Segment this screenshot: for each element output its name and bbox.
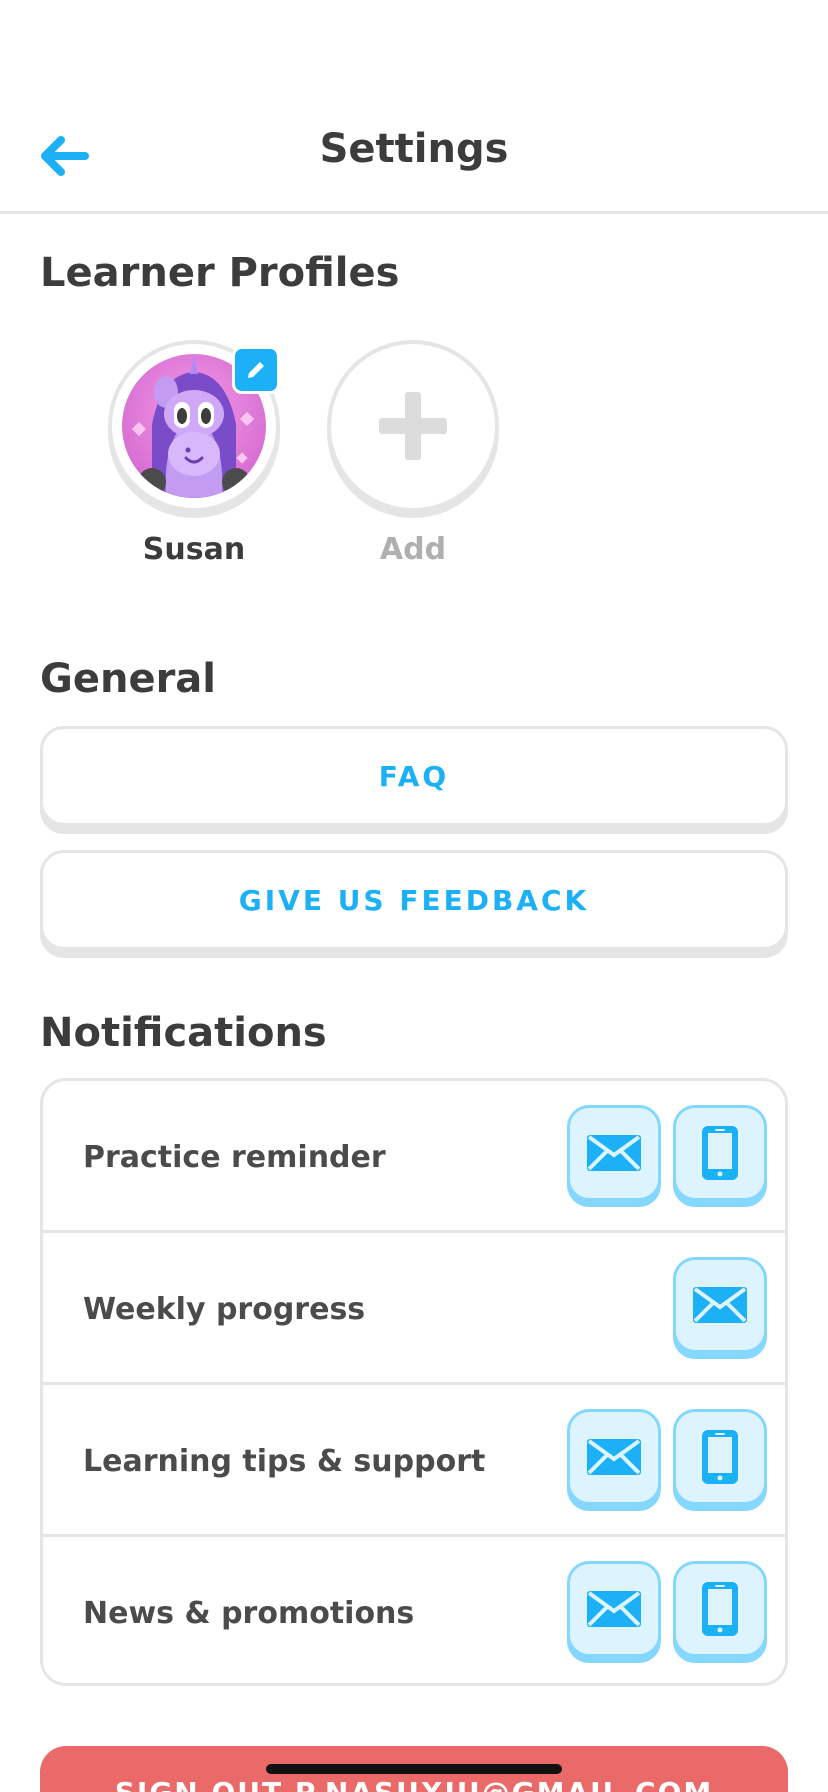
email-toggle[interactable] — [673, 1257, 767, 1353]
plus-icon — [379, 392, 447, 460]
notif-row-weekly-progress: Weekly progress — [43, 1233, 785, 1385]
edit-profile-button[interactable] — [232, 346, 280, 394]
notif-label: News & promotions — [83, 1595, 415, 1631]
phone-icon — [702, 1582, 738, 1636]
pencil-icon — [248, 362, 264, 378]
notif-label: Weekly progress — [83, 1291, 366, 1327]
email-toggle[interactable] — [567, 1409, 661, 1505]
envelope-icon — [587, 1439, 641, 1475]
add-profile-label: Add — [379, 532, 447, 567]
push-toggle[interactable] — [673, 1409, 767, 1505]
email-toggle[interactable] — [567, 1561, 661, 1657]
avatar[interactable] — [108, 340, 280, 512]
phone-icon — [702, 1126, 738, 1180]
notif-row-practice-reminder: Practice reminder — [43, 1081, 785, 1233]
notif-label: Learning tips & support — [83, 1443, 486, 1479]
add-profile[interactable]: Add — [327, 340, 499, 567]
add-profile-button[interactable] — [327, 340, 499, 512]
push-toggle[interactable] — [673, 1561, 767, 1657]
phone-icon — [702, 1430, 738, 1484]
notifications-heading: Notifications — [40, 1010, 327, 1056]
faq-button[interactable]: FAQ — [40, 726, 788, 826]
notif-row-news-promotions: News & promotions — [43, 1537, 785, 1683]
notifications-card: Practice reminder Weekly progress Learni… — [40, 1078, 788, 1686]
push-toggle[interactable] — [673, 1105, 767, 1201]
top-bar: Settings — [0, 0, 828, 214]
settings-page: Settings Learner Profiles Susan Add Gene… — [0, 0, 828, 1792]
profile-susan[interactable]: Susan — [108, 340, 280, 567]
envelope-icon — [587, 1135, 641, 1171]
envelope-icon — [693, 1287, 747, 1323]
learner-profiles-heading: Learner Profiles — [40, 250, 400, 296]
notif-row-learning-tips: Learning tips & support — [43, 1385, 785, 1537]
envelope-icon — [587, 1591, 641, 1627]
home-indicator — [266, 1764, 562, 1774]
notif-label: Practice reminder — [83, 1139, 386, 1175]
profile-name: Susan — [142, 532, 246, 567]
general-heading: General — [40, 656, 216, 702]
email-toggle[interactable] — [567, 1105, 661, 1201]
page-title: Settings — [319, 126, 509, 172]
feedback-button[interactable]: GIVE US FEEDBACK — [40, 850, 788, 950]
